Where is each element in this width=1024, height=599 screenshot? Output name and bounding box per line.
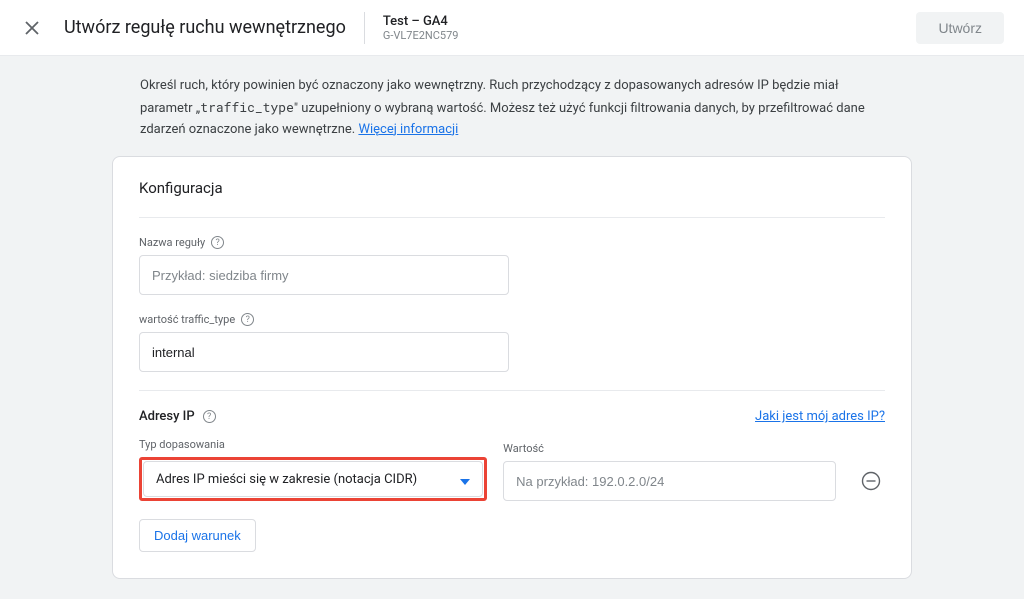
match-type-select[interactable]: Adres IP mieści się w zakresie (notacja … bbox=[143, 461, 483, 497]
help-icon[interactable]: ? bbox=[203, 410, 216, 423]
more-info-link[interactable]: Więcej informacji bbox=[358, 122, 458, 137]
create-button[interactable]: Utwórz bbox=[916, 12, 1004, 44]
traffic-type-field-group: wartość traffic_type ? bbox=[139, 313, 885, 372]
match-type-label: Typ dopasowania bbox=[139, 438, 487, 451]
match-type-select-highlight: Adres IP mieści się w zakresie (notacja … bbox=[139, 457, 487, 501]
traffic-type-input[interactable] bbox=[139, 332, 509, 372]
remove-condition-button[interactable] bbox=[858, 467, 885, 495]
my-ip-link[interactable]: Jaki jest mój adres IP? bbox=[755, 409, 885, 424]
description-code: traffic_type bbox=[200, 98, 294, 116]
value-label: Wartość bbox=[503, 442, 836, 455]
rule-name-label-text: Nazwa reguły bbox=[139, 236, 205, 249]
remove-icon bbox=[861, 471, 881, 491]
traffic-type-label: wartość traffic_type ? bbox=[139, 313, 885, 326]
page-title: Utwórz regułę ruchu wewnętrznego bbox=[64, 17, 346, 38]
divider bbox=[139, 217, 885, 218]
property-name: Test – GA4 bbox=[383, 14, 459, 29]
value-column: Wartość bbox=[503, 442, 836, 501]
chevron-down-icon bbox=[460, 470, 470, 489]
rule-name-input[interactable] bbox=[139, 255, 509, 295]
value-input[interactable] bbox=[503, 461, 836, 501]
ip-section-title: Adresy IP bbox=[139, 409, 195, 424]
rule-name-label: Nazwa reguły ? bbox=[139, 236, 885, 249]
match-type-column: Typ dopasowania Adres IP mieści się w za… bbox=[139, 438, 487, 501]
config-section-title: Konfiguracja bbox=[139, 179, 885, 197]
description-text: Określ ruch, który powinien być oznaczon… bbox=[112, 76, 912, 156]
close-icon[interactable] bbox=[20, 16, 44, 40]
property-id: G-VL7E2NC579 bbox=[383, 29, 459, 42]
divider bbox=[139, 390, 885, 391]
help-icon[interactable]: ? bbox=[241, 313, 254, 326]
header-property-info: Test – GA4 G-VL7E2NC579 bbox=[383, 14, 459, 42]
ip-section-header: Adresy IP ? Jaki jest mój adres IP? bbox=[139, 409, 885, 424]
rule-name-field-group: Nazwa reguły ? bbox=[139, 236, 885, 295]
traffic-type-label-text: wartość traffic_type bbox=[139, 313, 235, 326]
content-area: Określ ruch, który powinien być oznaczon… bbox=[0, 56, 1024, 579]
ip-section-title-row: Adresy IP ? bbox=[139, 409, 216, 424]
condition-row: Typ dopasowania Adres IP mieści się w za… bbox=[139, 438, 885, 501]
help-icon[interactable]: ? bbox=[211, 236, 224, 249]
header-bar: Utwórz regułę ruchu wewnętrznego Test – … bbox=[0, 0, 1024, 56]
config-card: Konfiguracja Nazwa reguły ? wartość traf… bbox=[112, 156, 912, 579]
match-type-selected-text: Adres IP mieści się w zakresie (notacja … bbox=[156, 472, 417, 487]
add-condition-button[interactable]: Dodaj warunek bbox=[139, 519, 256, 552]
header-divider bbox=[364, 12, 365, 44]
